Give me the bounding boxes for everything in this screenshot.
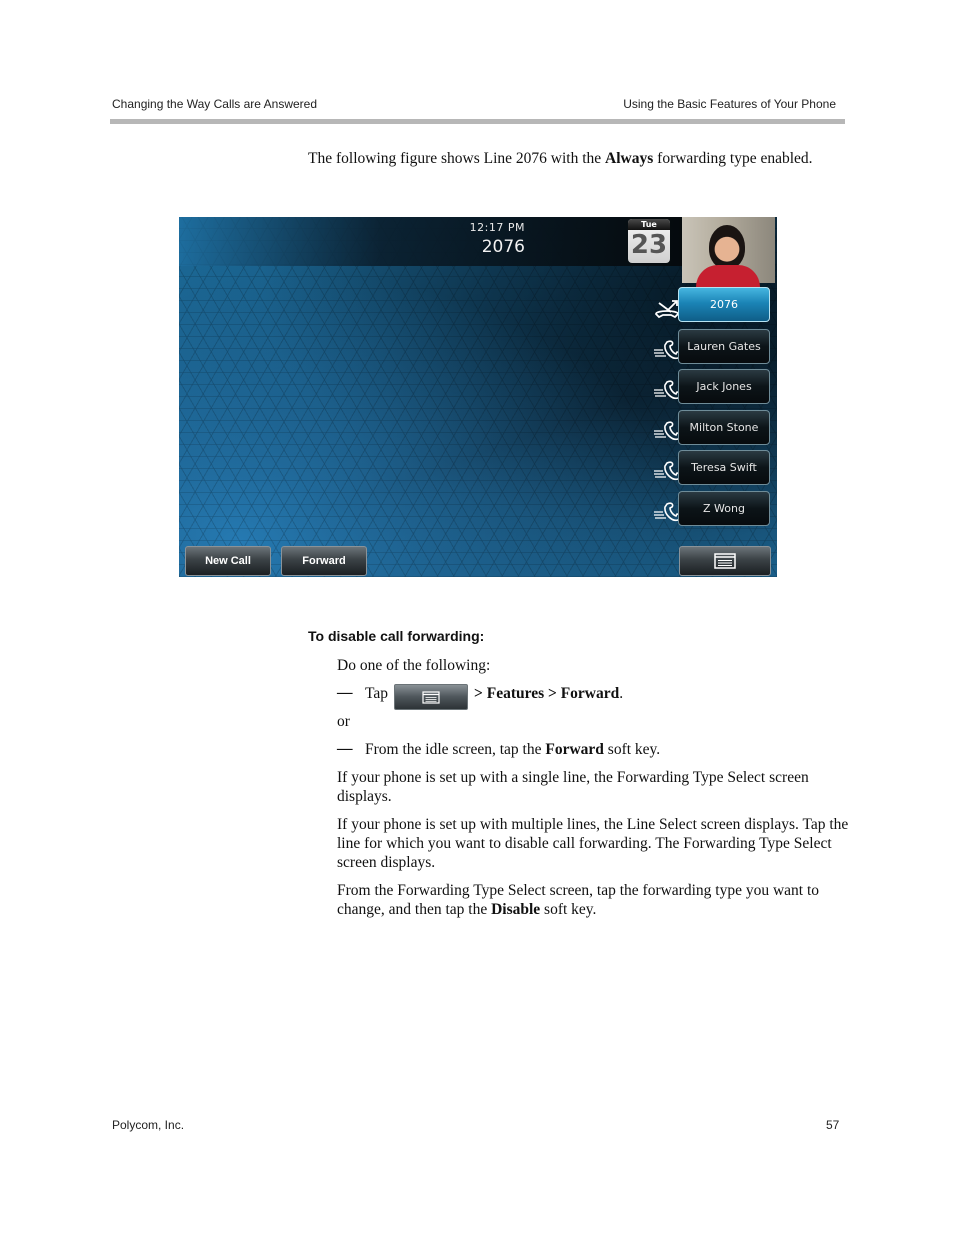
- new-call-soft-key[interactable]: New Call: [185, 546, 271, 576]
- menu-soft-key[interactable]: [679, 546, 771, 576]
- phone-screen-figure: 12:17 PM 2076 Tue 23 2076 Lauren Gates J…: [179, 217, 777, 577]
- handset-icon: [654, 380, 681, 400]
- contact-shirt: [696, 265, 760, 287]
- contact-face: [709, 225, 745, 269]
- intro-bold: Always: [605, 150, 654, 167]
- option-2-bold: Forward: [545, 741, 604, 758]
- footer-company: Polycom, Inc.: [112, 1118, 185, 1132]
- para3-bold: Disable: [491, 901, 541, 918]
- bullet-dash: —: [337, 740, 353, 757]
- line-key-teresa-swift[interactable]: Teresa Swift: [678, 450, 770, 485]
- forward-soft-key[interactable]: Forward: [281, 546, 367, 576]
- clock-time: 12:17 PM: [469, 221, 525, 234]
- intro-text: The following figure shows Line 2076 wit…: [308, 150, 606, 167]
- menu-icon: [422, 691, 440, 705]
- inline-menu-button-image: [394, 684, 469, 711]
- option-2-text: From the idle screen, tap the: [365, 741, 546, 758]
- paragraph-disable: From the Forwarding Type Select screen, …: [337, 881, 847, 919]
- menu-icon: [714, 553, 736, 569]
- or-text: or: [337, 713, 350, 730]
- line-key-2076[interactable]: 2076: [678, 287, 770, 322]
- line-key-z-wong[interactable]: Z Wong: [678, 491, 770, 526]
- option-2: From the idle screen, tap the Forward so…: [365, 740, 875, 759]
- menu-path: > Features > Forward: [474, 685, 620, 702]
- procedure-title: To disable call forwarding:: [308, 628, 485, 644]
- contact-photo: [682, 217, 775, 287]
- handset-icon: [654, 461, 681, 481]
- handset-icon: [654, 340, 681, 360]
- line-number: 2076: [481, 237, 525, 257]
- forward-always-icon: [655, 300, 679, 319]
- option-1-end: .: [619, 685, 624, 702]
- status-bar: 12:17 PM 2076 Tue 23: [179, 217, 682, 266]
- paragraph-single-line: If your phone is set up with a single li…: [337, 769, 809, 805]
- header-section-title: Changing the Way Calls are Answered: [112, 97, 317, 111]
- line-key-milton-stone[interactable]: Milton Stone: [678, 410, 770, 445]
- bullet-dash: —: [337, 684, 353, 701]
- tap-text: Tap: [365, 685, 389, 702]
- page-number: 57: [826, 1118, 840, 1132]
- option-1: Tap > Features > Forward.: [365, 684, 875, 711]
- line-key-lauren-gates[interactable]: Lauren Gates: [678, 329, 770, 364]
- intro-text-end: forwarding type enabled.: [653, 150, 813, 167]
- running-header: Changing the Way Calls are Answered Usin…: [111, 97, 845, 113]
- handset-icon: [654, 421, 681, 441]
- intro-paragraph: The following figure shows Line 2076 wit…: [308, 149, 828, 168]
- calendar-day-of-week: Tue: [628, 219, 670, 230]
- header-rule: [110, 119, 845, 124]
- header-chapter-title: Using the Basic Features of Your Phone: [623, 97, 836, 111]
- paragraph-multiple-lines: If your phone is set up with multiple li…: [337, 816, 849, 871]
- para3-end: soft key.: [540, 901, 597, 918]
- handset-icon: [654, 502, 681, 522]
- procedure-intro: Do one of the following:: [337, 657, 491, 674]
- calendar-day: 23: [630, 230, 668, 260]
- calendar-icon: Tue 23: [628, 219, 670, 263]
- option-2-end: soft key.: [603, 741, 661, 758]
- line-key-jack-jones[interactable]: Jack Jones: [678, 369, 770, 404]
